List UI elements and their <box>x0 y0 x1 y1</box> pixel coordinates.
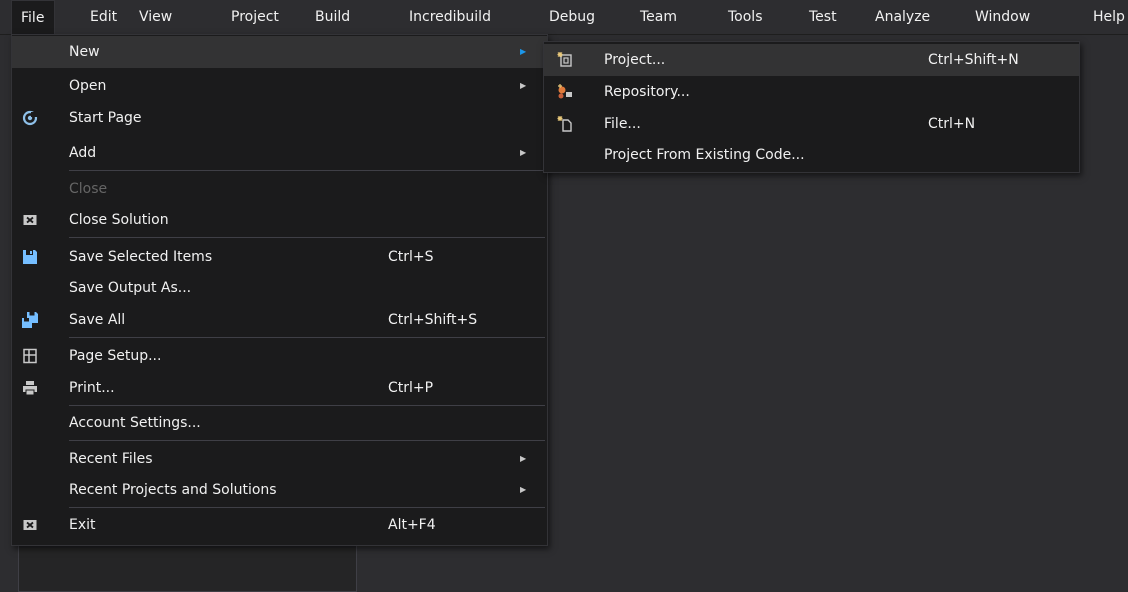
menu-item-new[interactable]: New ▶ <box>12 36 547 68</box>
submenu-arrow-icon: ▶ <box>520 81 527 90</box>
submenu-item-project[interactable]: Project... Ctrl+Shift+N <box>544 44 1079 76</box>
menu-bar: File Edit View Project Build Incredibuil… <box>0 0 1128 35</box>
submenu-item-label: Project... <box>604 52 666 68</box>
menu-file[interactable]: File <box>11 0 55 34</box>
menu-item-label: Open <box>69 78 107 94</box>
menu-view[interactable]: View <box>130 0 181 34</box>
menu-item-page-setup[interactable]: Page Setup... <box>12 340 547 372</box>
close-solution-icon <box>23 215 37 225</box>
menu-item-shortcut: Ctrl+Shift+S <box>388 312 478 328</box>
start-page-icon <box>22 110 38 126</box>
menu-window[interactable]: Window <box>966 0 1039 34</box>
submenu-item-file[interactable]: File... Ctrl+N <box>544 108 1079 140</box>
new-file-icon <box>557 116 572 132</box>
menu-help[interactable]: Help <box>1084 0 1128 34</box>
menu-item-add[interactable]: Add ▶ <box>12 137 547 169</box>
menu-item-close[interactable]: Close <box>12 173 547 205</box>
page-setup-icon <box>23 348 37 364</box>
menu-incredibuild[interactable]: Incredibuild <box>400 0 500 34</box>
submenu-arrow-icon: ▶ <box>520 148 527 157</box>
new-project-icon <box>557 52 572 67</box>
menu-item-label: Add <box>69 145 97 161</box>
menu-project[interactable]: Project <box>222 0 288 34</box>
submenu-item-label: File... <box>604 116 641 132</box>
menu-debug[interactable]: Debug <box>540 0 604 34</box>
menu-analyze[interactable]: Analyze <box>866 0 939 34</box>
menu-item-print[interactable]: Print... Ctrl+P <box>12 372 547 404</box>
print-icon <box>23 381 37 396</box>
menu-item-shortcut: Ctrl+P <box>388 380 434 396</box>
menu-item-save-output[interactable]: Save Output As... <box>12 272 547 304</box>
submenu-item-project-from-existing-code[interactable]: Project From Existing Code... <box>544 139 1079 171</box>
menu-item-close-solution[interactable]: Close Solution <box>12 204 547 236</box>
submenu-arrow-icon: ▶ <box>520 47 527 56</box>
menu-separator <box>69 237 545 238</box>
menu-separator <box>69 337 545 338</box>
menu-item-recent-projects[interactable]: Recent Projects and Solutions ▶ <box>12 474 547 506</box>
menu-item-label: Close <box>69 181 108 197</box>
menu-item-label: Save Selected Items <box>69 249 213 265</box>
submenu-item-label: Project From Existing Code... <box>604 147 805 163</box>
menu-build[interactable]: Build <box>306 0 359 34</box>
menu-item-shortcut: Ctrl+S <box>388 249 434 265</box>
menu-tools[interactable]: Tools <box>719 0 772 34</box>
menu-item-label: Close Solution <box>69 212 169 228</box>
menu-item-account-settings[interactable]: Account Settings... <box>12 407 547 439</box>
menu-separator <box>69 405 545 406</box>
submenu-arrow-icon: ▶ <box>520 454 527 463</box>
menu-test[interactable]: Test <box>800 0 846 34</box>
menu-item-label: New <box>69 44 100 60</box>
menu-item-label: Exit <box>69 517 96 533</box>
menu-item-label: Start Page <box>69 110 142 126</box>
new-submenu: Project... Ctrl+Shift+N Repository... Fi… <box>543 41 1080 173</box>
submenu-item-label: Repository... <box>604 84 690 100</box>
menu-edit[interactable]: Edit <box>81 0 126 34</box>
submenu-arrow-icon: ▶ <box>520 485 527 494</box>
menu-item-label: Save Output As... <box>69 280 192 296</box>
menu-separator <box>69 507 545 508</box>
menu-item-open[interactable]: Open ▶ <box>12 70 547 102</box>
submenu-item-shortcut: Ctrl+N <box>928 116 976 132</box>
menu-separator <box>69 440 545 441</box>
menu-item-label: Page Setup... <box>69 348 162 364</box>
menu-item-exit[interactable]: Exit Alt+F4 <box>12 509 547 541</box>
menu-item-save-all[interactable]: Save All Ctrl+Shift+S <box>12 304 547 336</box>
submenu-item-repository[interactable]: Repository... <box>544 76 1079 108</box>
submenu-item-shortcut: Ctrl+Shift+N <box>928 52 1019 68</box>
menu-item-shortcut: Alt+F4 <box>388 517 436 533</box>
menu-item-start-page[interactable]: Start Page <box>12 102 547 134</box>
menu-item-label: Save All <box>69 312 126 328</box>
menu-separator <box>69 170 545 171</box>
menu-item-label: Recent Projects and Solutions <box>69 482 277 498</box>
file-menu: New ▶ Open ▶ Start Page Add ▶ Close Clos… <box>11 34 548 546</box>
save-all-icon <box>22 312 38 328</box>
menu-item-save-selected[interactable]: Save Selected Items Ctrl+S <box>12 241 547 273</box>
menu-item-recent-files[interactable]: Recent Files ▶ <box>12 443 547 475</box>
exit-icon <box>23 520 37 530</box>
repository-icon <box>558 84 572 99</box>
menu-item-label: Print... <box>69 380 115 396</box>
menu-team[interactable]: Team <box>631 0 686 34</box>
menu-item-label: Recent Files <box>69 451 153 467</box>
menu-item-label: Account Settings... <box>69 415 201 431</box>
save-icon <box>23 250 37 264</box>
